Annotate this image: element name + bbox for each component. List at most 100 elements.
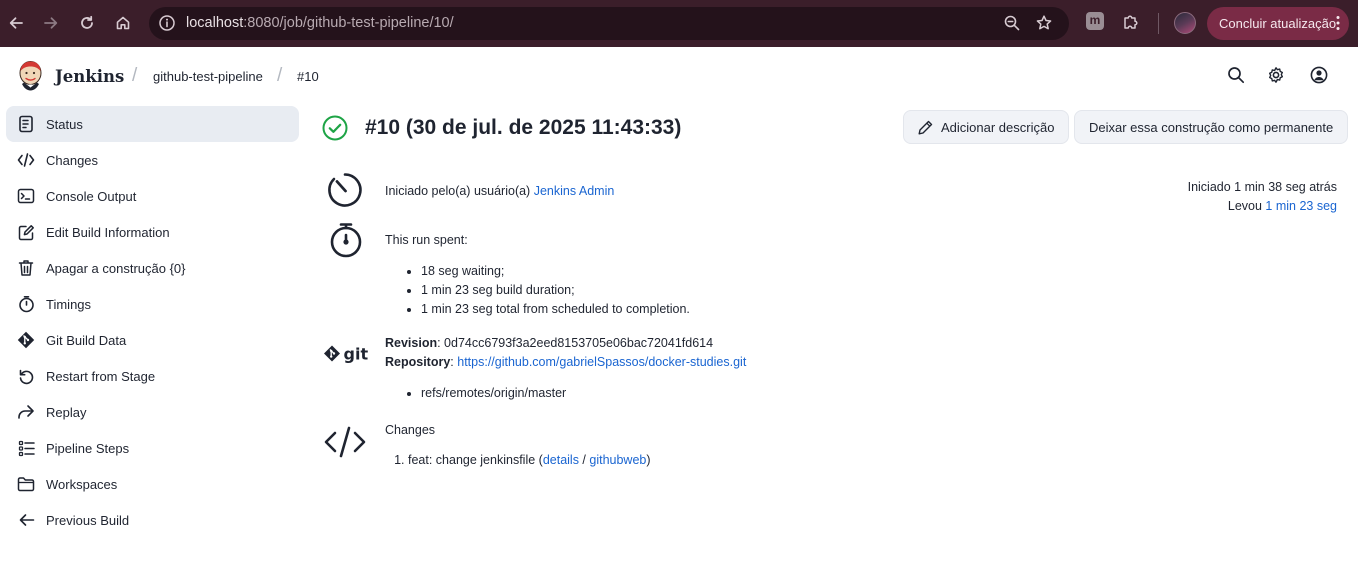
url-text[interactable]: localhost:8080/job/github-test-pipeline/… [186,15,454,31]
sidebar-item-console-output[interactable]: Console Output [6,178,299,214]
revision-line: Revision: 0d74cc6793f3a2eed8153705e06bac… [385,336,713,350]
took-prefix: Levou [1227,199,1266,213]
sidebar-item-status[interactable]: Status [6,106,299,142]
change-details-link[interactable]: details [543,453,579,467]
changes-label: Changes [385,423,436,437]
url-path: :8080/job/github-test-pipeline/10/ [243,15,454,31]
repository-line: Repository: https://github.com/gabrielSp… [385,355,746,369]
sidebar-item-replay[interactable]: Replay [6,394,299,430]
build-title-row: #10 (30 de jul. de 2025 11:43:33) [322,113,681,143]
replay-icon [17,403,35,421]
search-icon[interactable] [1227,66,1245,84]
sidebar-item-label: Edit Build Information [46,224,170,240]
steps-icon [17,439,35,457]
extension-badge: m [1086,12,1104,30]
list-item: 1 min 23 seg build duration; [421,281,690,300]
success-check-icon [322,115,348,141]
stopwatch-icon [328,221,364,259]
add-description-button[interactable]: Adicionar descrição [903,110,1070,144]
sidebar-item-pipeline-steps[interactable]: Pipeline Steps [6,430,299,466]
sidebar-item-previous-build[interactable]: Previous Build [6,502,299,538]
kebab-menu-icon [1336,15,1340,31]
back-button[interactable] [1,8,31,38]
site-info-icon[interactable] [158,14,176,32]
took-duration-link[interactable]: 1 min 23 seg [1265,199,1337,213]
folder-icon [17,475,35,493]
reload-icon [79,15,95,31]
bookmark-star-icon[interactable] [1035,14,1053,32]
profile-avatar[interactable] [1174,12,1196,34]
revision-label: Revision [385,336,438,350]
extension-m-icon[interactable]: m [1086,12,1104,30]
list-item: 18 seg waiting; [421,262,690,281]
changes-list: feat: change jenkinsfile (details / gith… [385,451,651,470]
sidebar-item-edit-build-information[interactable]: Edit Build Information [6,214,299,250]
repository-label: Repository [385,355,451,369]
pencil-icon [918,120,933,135]
keep-build-forever-button[interactable]: Deixar essa construção como permanente [1074,110,1349,144]
sidebar-item-changes[interactable]: Changes [6,142,299,178]
sidebar-item-label: Pipeline Steps [46,440,130,456]
list-item: refs/remotes/origin/master [421,384,566,403]
arrow-left-icon [17,511,35,529]
stopwatch-icon [17,295,35,313]
jenkins-logo[interactable] [17,60,44,92]
jenkins-header: Jenkins / github-test-pipeline / #10 [0,47,1358,107]
home-icon [115,15,131,31]
reload-button[interactable] [72,8,102,38]
sidebar-item-restart-from-stage[interactable]: Restart from Stage [6,358,299,394]
breadcrumb-separator: / [277,65,283,86]
revision-value: : 0d74cc6793f3a2eed8153705e06bac72041fd6… [437,336,714,350]
add-description-label: Adicionar descrição [941,119,1055,135]
started-by-prefix: Iniciado pelo(a) usuário(a) [385,184,534,198]
sidebar-item-git-build-data[interactable]: Git Build Data [6,322,299,358]
started-by-user-link[interactable]: Jenkins Admin [534,184,615,198]
git-icon [17,331,35,349]
change-close: ) [646,453,651,467]
change-sep: / [578,453,590,467]
user-account-icon[interactable] [1310,66,1328,84]
sidebar-item-label: Console Output [46,188,137,204]
breadcrumb-job[interactable]: github-test-pipeline [153,69,263,84]
started-ago-text: Iniciado 1 min 38 seg atrás [1187,180,1337,194]
edit-icon [17,223,35,241]
arrow-left-icon [8,15,24,31]
started-by-text: Iniciado pelo(a) usuário(a) Jenkins Admi… [385,184,614,198]
forward-button[interactable] [36,8,66,38]
code-icon [323,425,367,459]
page-title: #10 (30 de jul. de 2025 11:43:33) [365,116,682,139]
breadcrumb-build[interactable]: #10 [297,69,319,84]
terminal-icon [17,187,35,205]
app-title[interactable]: Jenkins [55,67,124,86]
home-button[interactable] [108,8,138,38]
sidebar-item-label: Changes [46,152,99,168]
extensions-puzzle-icon[interactable] [1122,12,1141,31]
sidebar-item-timings[interactable]: Timings [6,286,299,322]
sidebar-item-label: Status [46,116,83,132]
toolbar-divider [1158,13,1159,34]
zoom-icon[interactable] [1003,14,1021,32]
sidebar-item-label: Workspaces [46,476,118,492]
sidebar-item-delete-build[interactable]: Apagar a construção {0} [6,250,299,286]
sidebar: Status Changes Console Output Edit Build… [6,106,299,538]
gear-icon[interactable] [1267,66,1285,84]
keep-build-forever-label: Deixar essa construção como permanente [1089,119,1334,135]
list-item: feat: change jenkinsfile (details / gith… [408,451,651,470]
run-spent-label: This run spent: [385,233,468,247]
arrow-right-icon [43,15,59,31]
trash-icon [17,259,35,277]
refs-list: refs/remotes/origin/master [385,384,566,403]
sidebar-item-workspaces[interactable]: Workspaces [6,466,299,502]
git-logo-icon: git [323,344,369,366]
address-bar[interactable]: localhost:8080/job/github-test-pipeline/… [149,7,1069,40]
main-content: #10 (30 de jul. de 2025 11:43:33) Adicio… [322,107,1349,547]
breadcrumb-separator: / [132,65,138,86]
change-text: feat: change jenkinsfile ( [408,453,543,467]
document-icon [17,115,35,133]
update-button[interactable]: Concluir atualização [1207,7,1349,40]
change-githubweb-link[interactable]: githubweb [589,453,646,467]
sidebar-item-label: Restart from Stage [46,368,156,384]
repository-link[interactable]: https://github.com/gabrielSpassos/docker… [457,355,746,369]
url-host: localhost [186,15,244,31]
code-icon [17,151,35,169]
